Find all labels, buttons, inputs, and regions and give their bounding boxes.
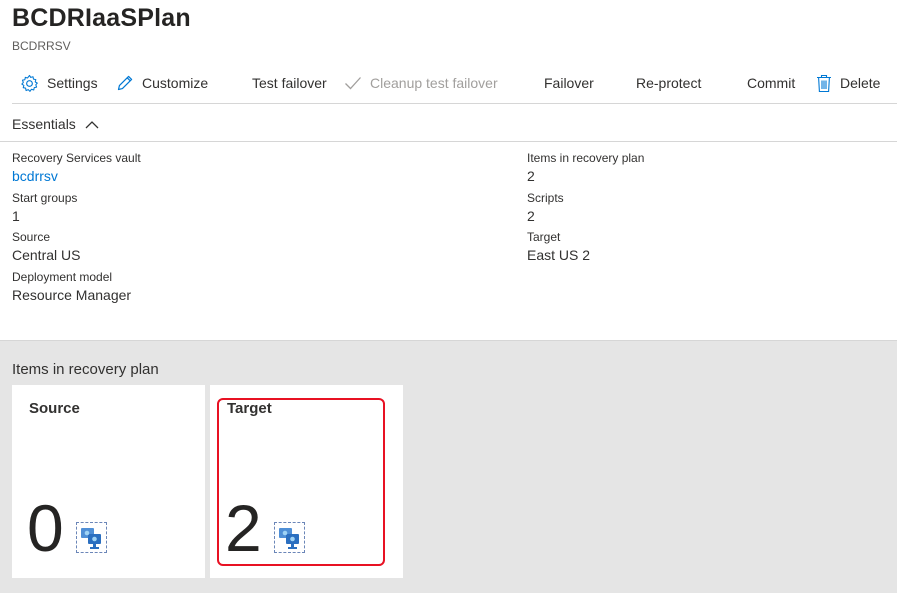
property-label: Target — [527, 230, 561, 244]
checkmark-icon — [345, 77, 361, 90]
failover-label: Failover — [544, 75, 594, 91]
command-bar: Settings Customize Test failover Cleanup… — [12, 70, 892, 96]
cleanup-test-failover-label: Cleanup test failover — [370, 75, 498, 91]
delete-button[interactable]: Delete — [816, 70, 880, 96]
property-label: Scripts — [527, 191, 564, 205]
property-label: Start groups — [12, 191, 78, 205]
reprotect-button[interactable]: Re-protect — [636, 70, 701, 96]
gear-icon — [21, 74, 38, 92]
source-tile[interactable]: Source 0 — [12, 385, 205, 578]
property-items-in-recovery-plan: Items in recovery plan 2 — [527, 151, 644, 185]
page-subtitle: BCDRRSV — [12, 39, 71, 53]
essentials-toggle[interactable]: Essentials — [12, 116, 99, 132]
property-value: Resource Manager — [12, 287, 132, 303]
test-failover-label: Test failover — [252, 75, 327, 91]
failover-button[interactable]: Failover — [544, 70, 594, 96]
essentials-label: Essentials — [12, 116, 76, 132]
chevron-up-icon — [85, 120, 99, 128]
customize-button[interactable]: Customize — [116, 70, 208, 96]
property-value: 1 — [12, 208, 20, 224]
property-value: 2 — [527, 168, 535, 184]
property-start-groups: Start groups 1 — [12, 191, 77, 225]
test-failover-button[interactable]: Test failover — [252, 70, 327, 96]
pencil-icon — [117, 75, 133, 91]
property-source: Source Central US — [12, 230, 80, 264]
items-section-title: Items in recovery plan — [12, 361, 159, 378]
commit-button[interactable]: Commit — [747, 70, 795, 96]
property-value: East US 2 — [527, 247, 591, 263]
property-scripts: Scripts 2 — [527, 191, 564, 225]
vm-group-icon — [76, 522, 107, 553]
cleanup-test-failover-button[interactable]: Cleanup test failover — [344, 70, 498, 96]
property-label: Items in recovery plan — [527, 151, 645, 165]
essentials-divider — [0, 141, 897, 142]
customize-label: Customize — [142, 75, 209, 91]
property-label: Deployment model — [12, 270, 113, 284]
page-title: BCDRIaaSPlan — [12, 4, 191, 32]
property-value: Central US — [12, 247, 81, 263]
target-tile-highlight — [217, 398, 385, 566]
property-label: Recovery Services vault — [12, 151, 141, 165]
commit-label: Commit — [747, 75, 796, 91]
vault-link[interactable]: bcdrrsv — [12, 167, 141, 185]
delete-label: Delete — [840, 75, 881, 91]
property-target: Target East US 2 — [527, 230, 590, 264]
property-label: Source — [12, 230, 51, 244]
toolbar-divider — [12, 103, 897, 104]
trash-icon — [817, 74, 831, 92]
settings-label: Settings — [47, 75, 98, 91]
settings-button[interactable]: Settings — [20, 70, 98, 96]
tile-title: Source — [29, 400, 80, 417]
tile-count: 0 — [27, 491, 64, 565]
property-recovery-services-vault: Recovery Services vault bcdrrsv — [12, 151, 141, 185]
property-deployment-model: Deployment model Resource Manager — [12, 270, 131, 304]
property-value: 2 — [527, 208, 535, 224]
reprotect-label: Re-protect — [636, 75, 702, 91]
